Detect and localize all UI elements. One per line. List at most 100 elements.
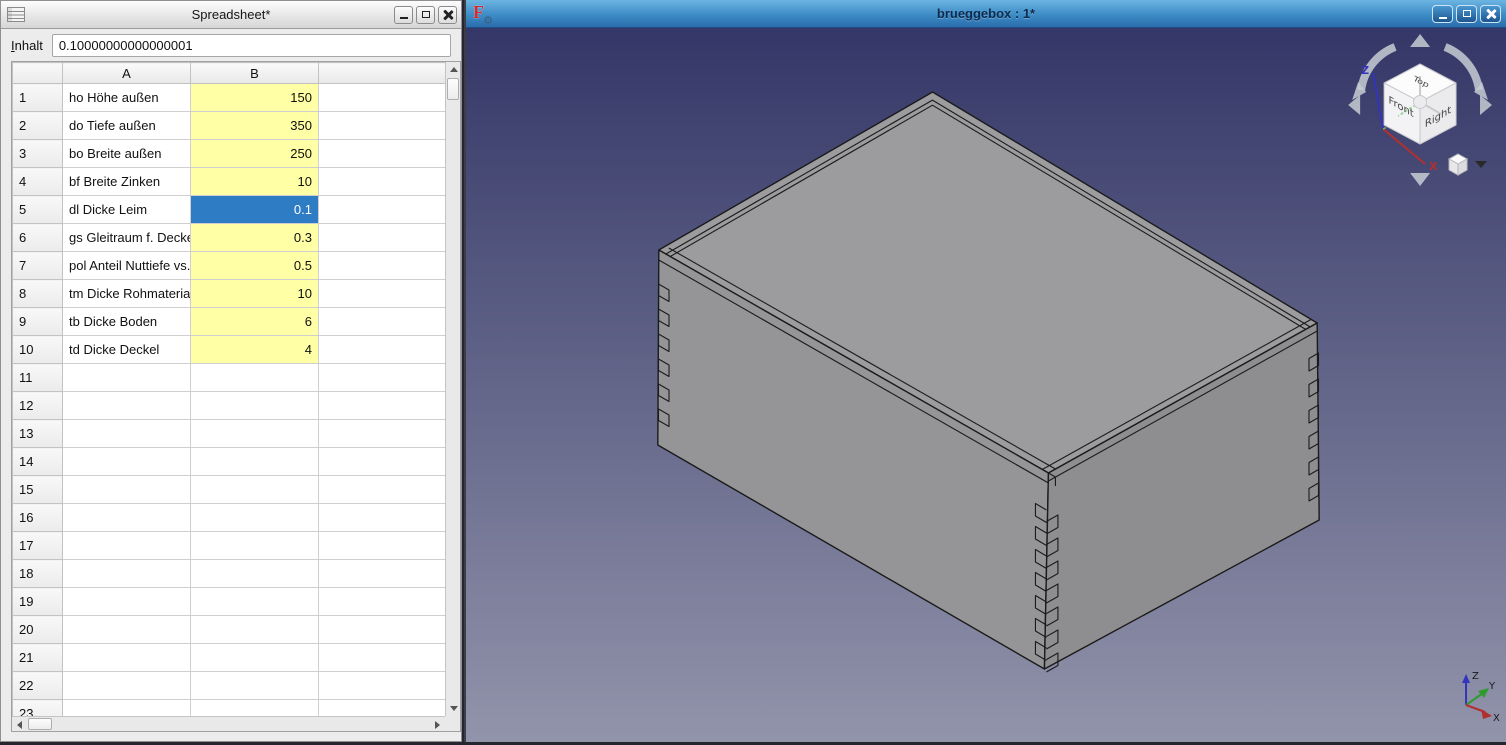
horizontal-scrollbar[interactable] (12, 716, 445, 731)
cell-extra-1[interactable] (319, 84, 446, 112)
cell-extra-13[interactable] (319, 420, 446, 448)
cell-b-18[interactable] (191, 560, 319, 588)
cell-extra-3[interactable] (319, 140, 446, 168)
row-header[interactable]: 10 (13, 336, 63, 364)
cell-extra-12[interactable] (319, 392, 446, 420)
cell-a-3[interactable]: bo Breite außen (63, 140, 191, 168)
row-header[interactable]: 1 (13, 84, 63, 112)
cell-a-6[interactable]: gs Gleitraum f. Deckel (63, 224, 191, 252)
cell-a-1[interactable]: ho Höhe außen (63, 84, 191, 112)
row-header[interactable]: 5 (13, 196, 63, 224)
cell-b-10[interactable]: 4 (191, 336, 319, 364)
cell-a-11[interactable] (63, 364, 191, 392)
cell-extra-8[interactable] (319, 280, 446, 308)
cell-a-22[interactable] (63, 672, 191, 700)
cell-b-4[interactable]: 10 (191, 168, 319, 196)
cell-b-23[interactable] (191, 700, 319, 717)
minimize-button[interactable] (394, 6, 413, 24)
cell-extra-20[interactable] (319, 616, 446, 644)
cell-a-23[interactable] (63, 700, 191, 717)
close-button[interactable] (438, 6, 457, 24)
cell-extra-17[interactable] (319, 532, 446, 560)
row-header[interactable]: 12 (13, 392, 63, 420)
cell-a-8[interactable]: tm Dicke Rohmaterial (63, 280, 191, 308)
cell-b-14[interactable] (191, 448, 319, 476)
row-header[interactable]: 7 (13, 252, 63, 280)
cell-a-13[interactable] (63, 420, 191, 448)
cell-b-13[interactable] (191, 420, 319, 448)
cell-b-3[interactable]: 250 (191, 140, 319, 168)
cell-a-4[interactable]: bf Breite Zinken (63, 168, 191, 196)
scroll-up-button[interactable] (446, 62, 461, 77)
vertical-scroll-thumb[interactable] (447, 78, 459, 100)
cell-a-12[interactable] (63, 392, 191, 420)
cell-a-10[interactable]: td Dicke Deckel (63, 336, 191, 364)
cad-titlebar[interactable]: F⚙ brueggebox : 1* (466, 0, 1506, 28)
vertical-scrollbar[interactable] (445, 62, 460, 716)
cell-b-11[interactable] (191, 364, 319, 392)
cad-minimize-button[interactable] (1432, 5, 1453, 23)
cell-a-21[interactable] (63, 644, 191, 672)
cell-b-20[interactable] (191, 616, 319, 644)
row-header[interactable]: 20 (13, 616, 63, 644)
cell-a-15[interactable] (63, 476, 191, 504)
column-header-a[interactable]: A (63, 63, 191, 84)
cell-b-2[interactable]: 350 (191, 112, 319, 140)
cell-b-12[interactable] (191, 392, 319, 420)
cell-extra-14[interactable] (319, 448, 446, 476)
row-header[interactable]: 4 (13, 168, 63, 196)
cell-extra-23[interactable] (319, 700, 446, 717)
cell-extra-4[interactable] (319, 168, 446, 196)
cell-extra-22[interactable] (319, 672, 446, 700)
cell-a-16[interactable] (63, 504, 191, 532)
row-header[interactable]: 9 (13, 308, 63, 336)
row-header[interactable]: 23 (13, 700, 63, 717)
corner-header[interactable] (13, 63, 63, 84)
cell-extra-9[interactable] (319, 308, 446, 336)
cell-b-16[interactable] (191, 504, 319, 532)
row-header[interactable]: 2 (13, 112, 63, 140)
cell-extra-10[interactable] (319, 336, 446, 364)
row-header[interactable]: 15 (13, 476, 63, 504)
spreadsheet-titlebar[interactable]: Spreadsheet* (1, 1, 461, 29)
cell-b-9[interactable]: 6 (191, 308, 319, 336)
cell-a-14[interactable] (63, 448, 191, 476)
scroll-down-button[interactable] (446, 701, 461, 716)
cell-b-17[interactable] (191, 532, 319, 560)
cell-a-2[interactable]: do Tiefe außen (63, 112, 191, 140)
row-header[interactable]: 8 (13, 280, 63, 308)
mini-cube-icon[interactable] (1449, 154, 1467, 175)
3d-viewport[interactable]: Z X Top Front Right (466, 28, 1506, 742)
column-header-extra[interactable] (319, 63, 446, 84)
cell-extra-19[interactable] (319, 588, 446, 616)
cell-extra-2[interactable] (319, 112, 446, 140)
cell-a-9[interactable]: tb Dicke Boden (63, 308, 191, 336)
row-header[interactable]: 22 (13, 672, 63, 700)
row-header[interactable]: 6 (13, 224, 63, 252)
row-header[interactable]: 19 (13, 588, 63, 616)
cell-extra-21[interactable] (319, 644, 446, 672)
row-header[interactable]: 11 (13, 364, 63, 392)
cell-extra-11[interactable] (319, 364, 446, 392)
cell-extra-7[interactable] (319, 252, 446, 280)
cell-a-19[interactable] (63, 588, 191, 616)
cell-content-input[interactable] (52, 34, 451, 57)
cell-a-5[interactable]: dl Dicke Leim (63, 196, 191, 224)
row-header[interactable]: 17 (13, 532, 63, 560)
cell-b-15[interactable] (191, 476, 319, 504)
row-header[interactable]: 21 (13, 644, 63, 672)
cad-maximize-button[interactable] (1456, 5, 1477, 23)
cell-b-7[interactable]: 0.5 (191, 252, 319, 280)
cell-a-20[interactable] (63, 616, 191, 644)
cell-b-22[interactable] (191, 672, 319, 700)
cell-b-6[interactable]: 0.3 (191, 224, 319, 252)
row-header[interactable]: 18 (13, 560, 63, 588)
cell-a-17[interactable] (63, 532, 191, 560)
cell-extra-6[interactable] (319, 224, 446, 252)
row-header[interactable]: 13 (13, 420, 63, 448)
horizontal-scroll-thumb[interactable] (28, 718, 52, 730)
row-header[interactable]: 14 (13, 448, 63, 476)
column-header-b[interactable]: B (191, 63, 319, 84)
cell-b-5[interactable]: 0.1 (191, 196, 319, 224)
cell-extra-5[interactable] (319, 196, 446, 224)
